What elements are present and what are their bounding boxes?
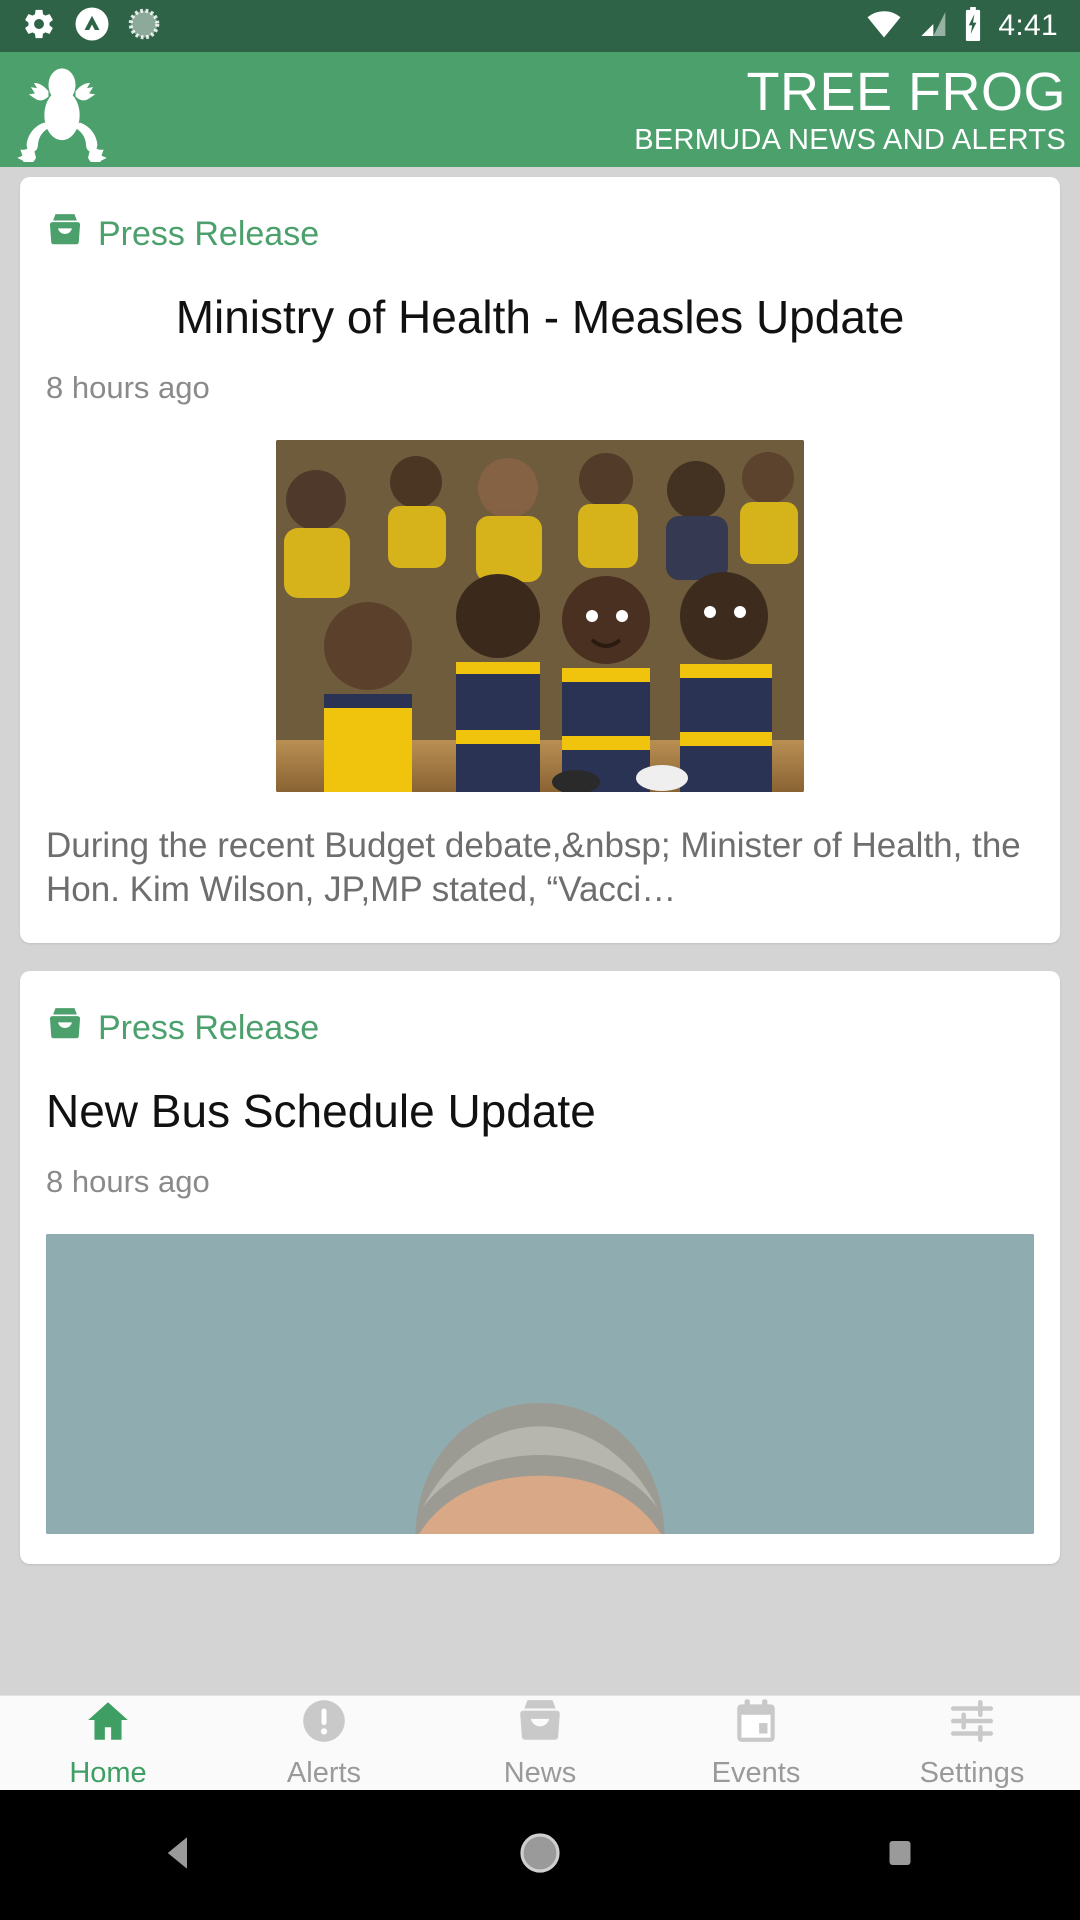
status-bar-clock: 4:41	[998, 9, 1058, 42]
card-timestamp: 8 hours ago	[46, 1163, 210, 1199]
card-timestamp: 8 hours ago	[46, 369, 210, 405]
news-card[interactable]: Press Release Ministry of Health - Measl…	[20, 177, 1060, 944]
inbox-tray-icon	[46, 211, 84, 258]
card-excerpt: During the recent Budget debate,&nbsp; M…	[46, 825, 1021, 910]
inbox-tray-icon	[515, 1696, 565, 1751]
card-kicker: Press Release	[46, 1005, 1034, 1052]
card-kicker-label: Press Release	[98, 1009, 320, 1048]
tab-home-label: Home	[69, 1757, 147, 1789]
sync-progress-icon	[128, 8, 160, 45]
tree-frog-logo-icon	[10, 58, 114, 166]
card-image-children-in-school-uniforms	[276, 439, 804, 792]
recents-square-icon	[882, 1835, 918, 1876]
alert-circle-icon	[299, 1696, 349, 1751]
tab-news[interactable]: News	[432, 1696, 648, 1790]
tab-settings-label: Settings	[919, 1757, 1025, 1789]
android-recents-button[interactable]	[720, 1835, 1080, 1876]
tab-settings[interactable]: Settings	[864, 1696, 1080, 1790]
status-bar-left-icons	[22, 6, 160, 47]
gear-icon	[22, 7, 56, 46]
tab-alerts[interactable]: Alerts	[216, 1696, 432, 1790]
status-bar: 4:41	[0, 0, 1080, 52]
card-kicker-label: Press Release	[98, 215, 320, 253]
tab-alerts-label: Alerts	[286, 1757, 362, 1789]
bottom-tab-bar[interactable]: Home Alerts News Events Settings	[0, 1695, 1080, 1790]
tab-events-label: Events	[711, 1757, 801, 1789]
card-kicker: Press Release	[46, 211, 1034, 258]
card-image-portrait-of-man	[46, 1233, 1034, 1534]
home-icon	[83, 1696, 133, 1751]
app-header: TREE FROG BERMUDA NEWS AND ALERTS	[0, 52, 1080, 167]
wifi-icon	[866, 9, 902, 44]
app-title: TREE FROG	[746, 61, 1066, 122]
status-bar-right-icons: 4:41	[866, 6, 1058, 46]
news-feed[interactable]: Press Release Ministry of Health - Measl…	[0, 167, 1080, 1695]
battery-charging-icon	[962, 6, 984, 46]
home-circle-icon	[516, 1829, 564, 1882]
news-card[interactable]: Press Release New Bus Schedule Update 8 …	[20, 971, 1060, 1564]
card-headline: New Bus Schedule Update	[46, 1085, 596, 1138]
android-home-button[interactable]	[360, 1829, 720, 1882]
tab-home[interactable]: Home	[0, 1696, 216, 1790]
card-headline: Ministry of Health - Measles Update	[175, 291, 905, 343]
caret-up-circle-icon	[74, 6, 110, 47]
brand-block: TREE FROG BERMUDA NEWS AND ALERTS	[634, 65, 1066, 155]
inbox-tray-icon	[46, 1005, 84, 1052]
tab-news-label: News	[503, 1757, 577, 1789]
calendar-icon	[731, 1696, 781, 1751]
android-back-button[interactable]	[0, 1832, 360, 1879]
cell-signal-icon	[916, 9, 948, 44]
tab-events[interactable]: Events	[648, 1696, 864, 1790]
app-subtitle: BERMUDA NEWS AND ALERTS	[634, 123, 1066, 156]
back-triangle-icon	[159, 1832, 201, 1879]
android-navigation-bar[interactable]	[0, 1790, 1080, 1920]
sliders-icon	[947, 1696, 997, 1751]
